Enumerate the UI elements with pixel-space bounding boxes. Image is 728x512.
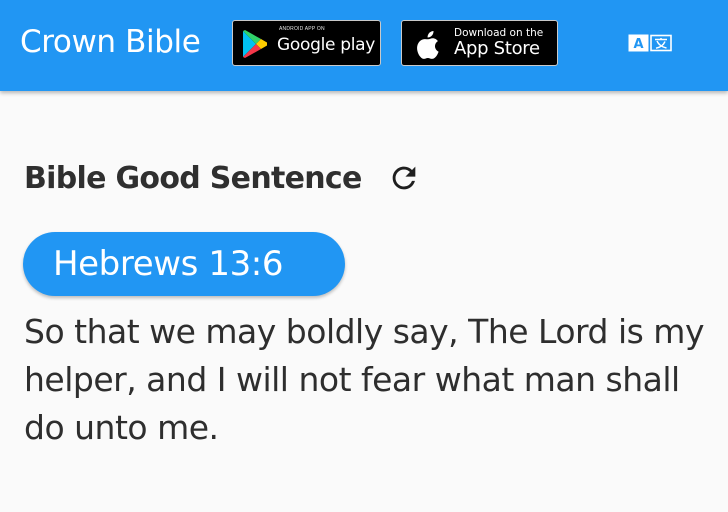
translate-button[interactable]: A	[620, 26, 674, 60]
app-store-badge[interactable]: Download on the App Store	[401, 20, 558, 66]
google-play-badge[interactable]: ANDROID APP ON Google play	[232, 20, 381, 66]
google-play-badge-label: Google play	[277, 35, 376, 55]
svg-text:A: A	[633, 37, 643, 52]
verse-text: So that we may boldly say, The Lord is m…	[24, 312, 704, 447]
app-title: Crown Bible	[20, 24, 201, 60]
google-play-badge-caption: ANDROID APP ON	[279, 26, 325, 32]
refresh-button[interactable]	[384, 158, 424, 198]
section-heading: Bible Good Sentence	[24, 158, 424, 198]
google-play-icon	[243, 30, 267, 58]
verse-reference-chip[interactable]: Hebrews 13:6	[23, 232, 345, 296]
app-bar: Crown Bible ANDROID APP ON Google play D…	[0, 0, 728, 91]
section-title: Bible Good Sentence	[24, 160, 362, 196]
translate-icon: A	[628, 34, 672, 52]
refresh-icon	[392, 166, 415, 190]
verse-reference: Hebrews 13:6	[53, 244, 284, 284]
apple-icon	[417, 31, 439, 59]
app-store-badge-label: App Store	[454, 38, 540, 59]
